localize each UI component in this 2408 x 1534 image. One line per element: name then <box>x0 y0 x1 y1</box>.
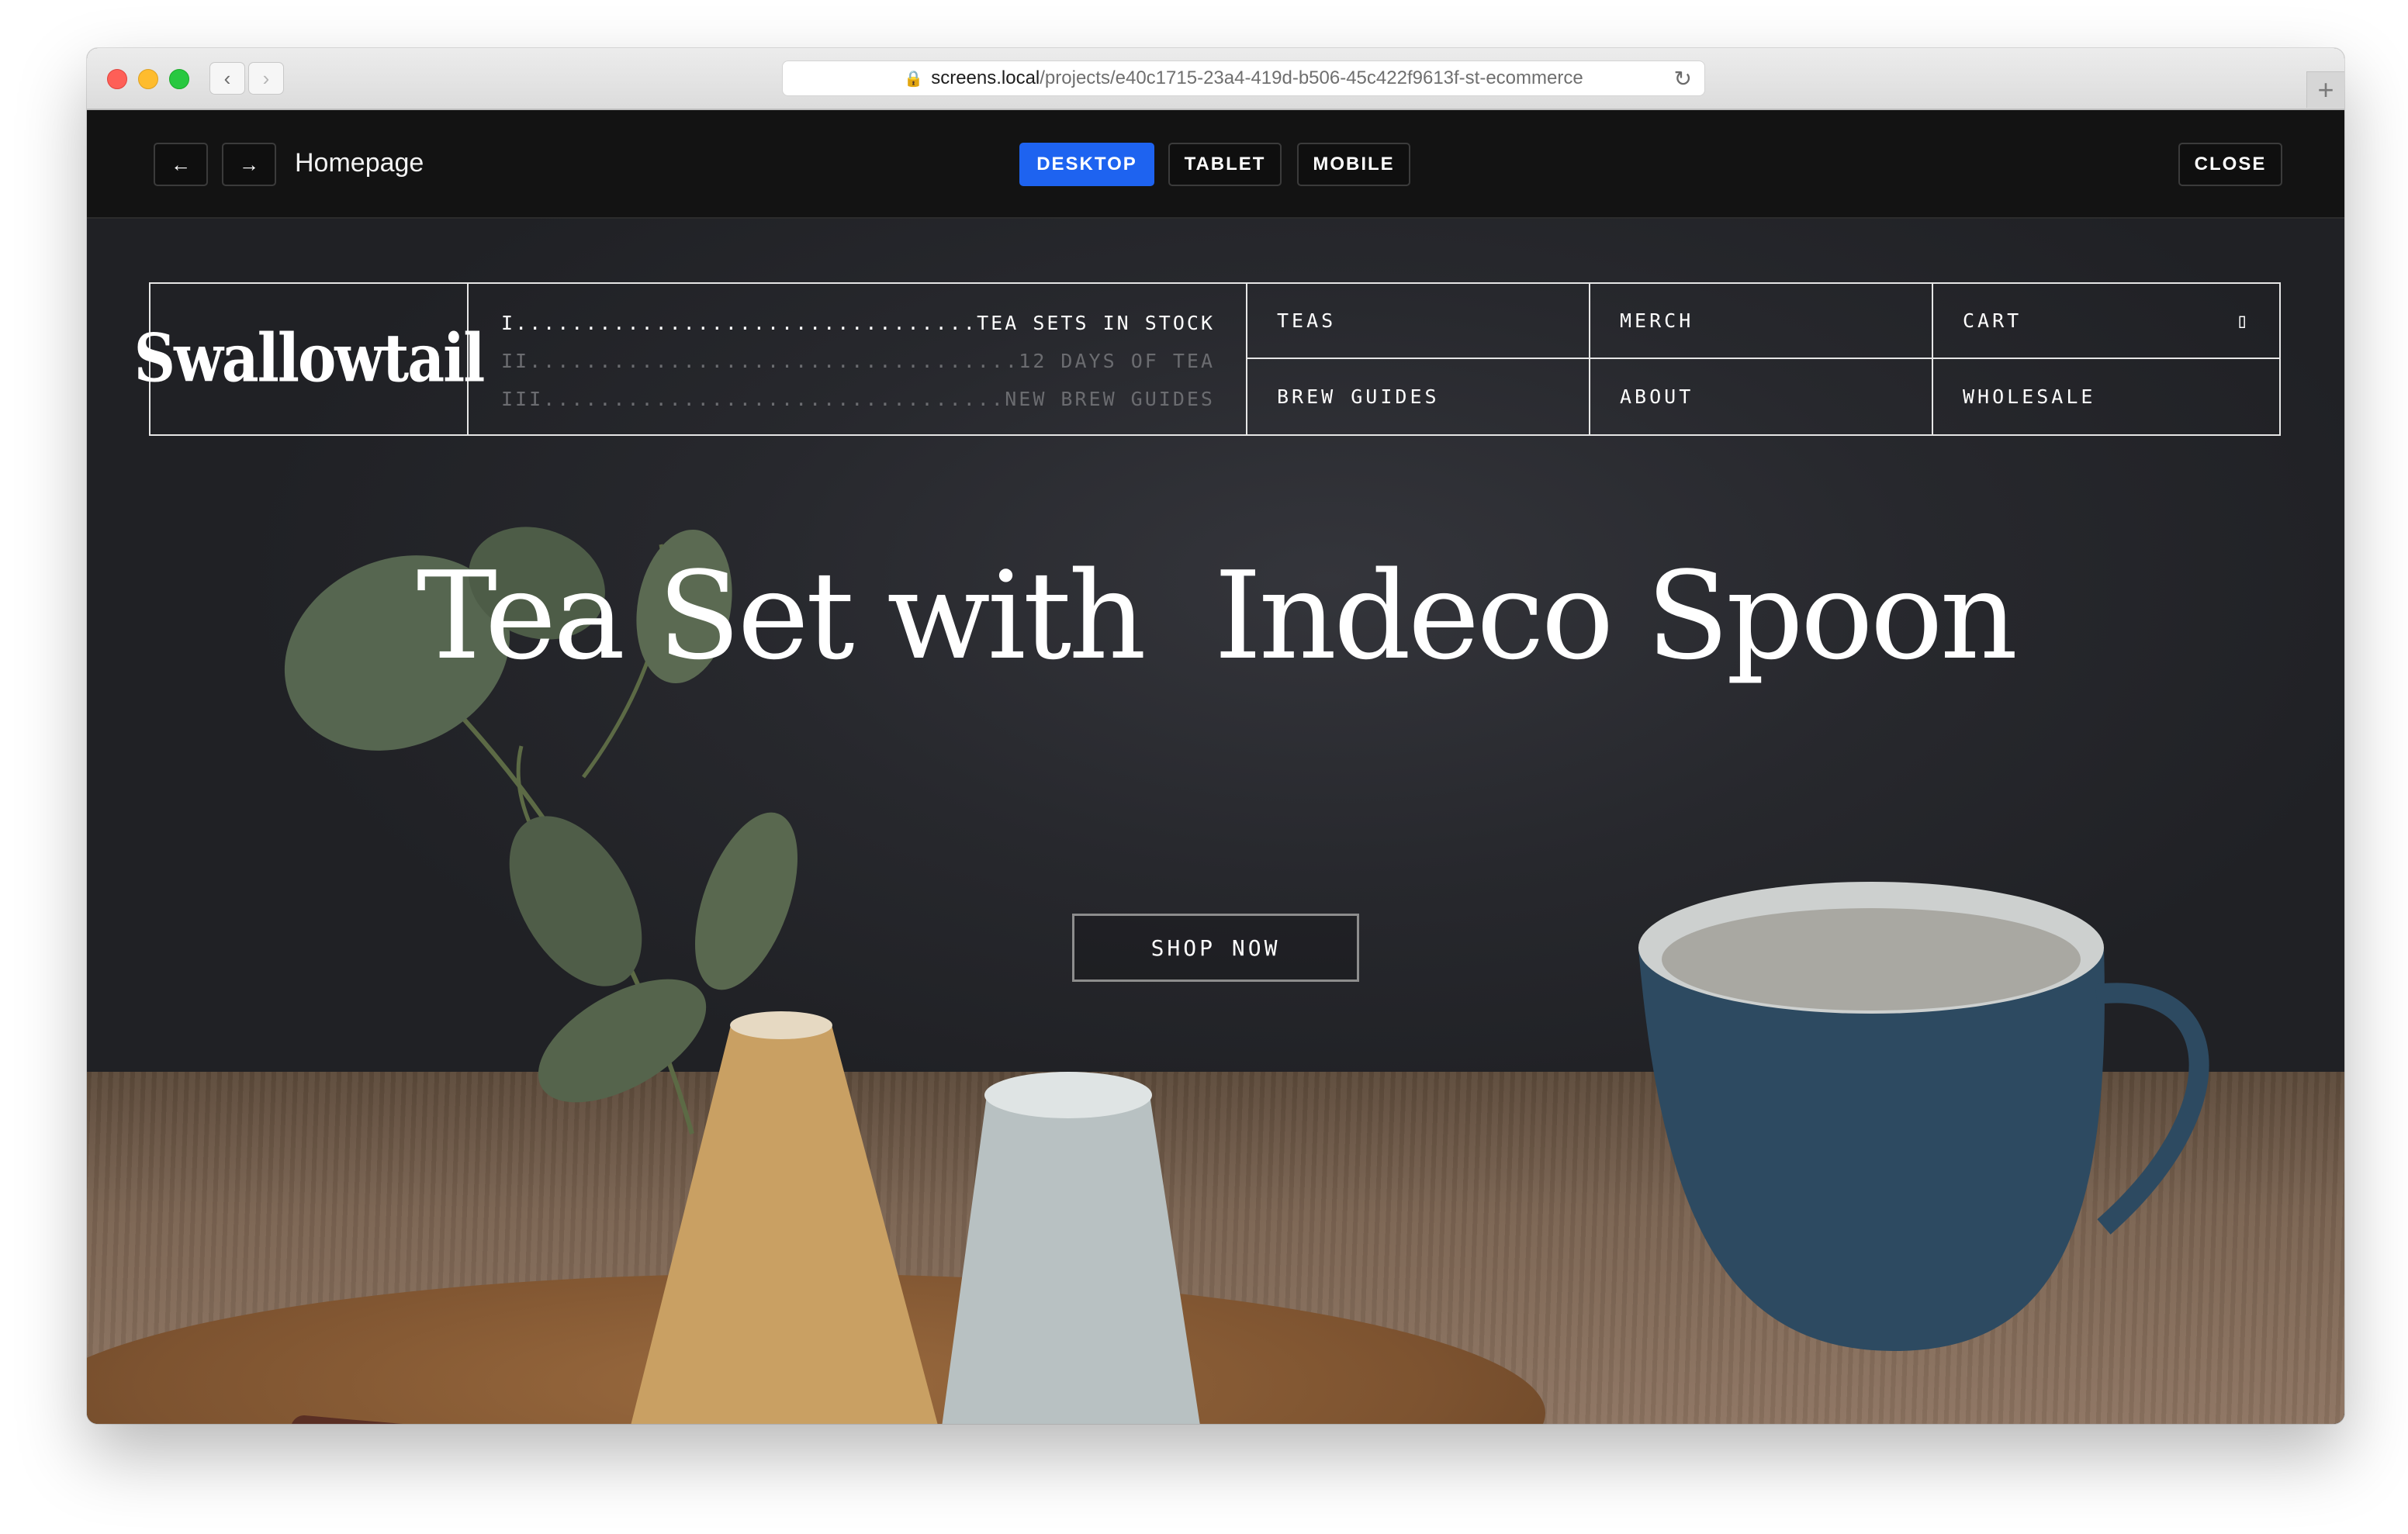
arrow-right-icon: → <box>239 152 259 176</box>
logo-wordmark: Swallowtail <box>133 320 486 398</box>
shopping-bag-icon: ▯ <box>2236 309 2251 333</box>
new-tab-button[interactable]: + <box>2306 71 2344 108</box>
browser-window: ‹ › 🔒 screens.local/projects/e40c1715-23… <box>87 48 2344 1424</box>
news-text: TEA SETS IN STOCK <box>977 312 1215 334</box>
preview-toolbar: ← → Homepage DESKTOP TABLET MOBILE CLOSE <box>87 110 2344 219</box>
menu-column: TEAS BREW GUIDES <box>1247 284 1590 434</box>
lock-icon: 🔒 <box>904 70 924 88</box>
chevron-right-icon: › <box>262 66 270 90</box>
device-tablet-button[interactable]: TABLET <box>1168 143 1282 186</box>
browser-forward-button[interactable]: › <box>248 62 284 95</box>
plus-icon: + <box>2317 74 2334 105</box>
url-path: /projects/e40c1715-23a4-419d-b506-45c422… <box>1040 67 1583 88</box>
arrow-left-icon: ← <box>171 152 191 176</box>
menu-column: MERCH ABOUT <box>1590 284 1933 434</box>
nav-about[interactable]: ABOUT <box>1590 359 1932 434</box>
device-mobile-button[interactable]: MOBILE <box>1297 143 1410 186</box>
browser-back-button[interactable]: ‹ <box>209 62 245 95</box>
news-item[interactable]: III NEW BREW GUIDES <box>501 380 1215 418</box>
previous-screen-button[interactable]: ← <box>154 143 208 186</box>
reload-icon[interactable]: ↻ <box>1674 66 1692 92</box>
nav-cart-label: CART <box>1963 309 2022 332</box>
nav-teas[interactable]: TEAS <box>1247 284 1589 359</box>
window-minimize-control[interactable] <box>138 69 158 89</box>
close-preview-button[interactable]: CLOSE <box>2178 143 2282 186</box>
device-desktop-button[interactable]: DESKTOP <box>1019 143 1154 186</box>
site-preview: Swallowtail I TEA SETS IN STOCK II 12 DAYS… <box>87 219 2344 1424</box>
chevron-left-icon: ‹ <box>223 66 231 90</box>
news-text: NEW BREW GUIDES <box>1005 388 1215 410</box>
logo[interactable]: Swallowtail <box>134 284 485 434</box>
news-ticker: I TEA SETS IN STOCK II 12 DAYS OF TEA III N… <box>469 284 1247 434</box>
news-number: I <box>501 312 516 334</box>
hero-title: Tea Set with Indeco Spoon <box>416 545 2018 686</box>
nav-merch[interactable]: MERCH <box>1590 284 1932 359</box>
nav-wholesale[interactable]: WHOLESALE <box>1933 359 2279 434</box>
menu-column: CART ▯ WHOLESALE <box>1933 284 2279 434</box>
screen-title: Homepage <box>295 148 424 178</box>
news-item[interactable]: I TEA SETS IN STOCK <box>501 304 1215 342</box>
window-close-control[interactable] <box>107 69 127 89</box>
shop-now-button[interactable]: SHOP NOW <box>1072 914 1359 982</box>
site-header: Swallowtail I TEA SETS IN STOCK II 12 DAYS… <box>134 282 2281 436</box>
news-number: II <box>501 350 530 372</box>
nav-brew-guides[interactable]: BREW GUIDES <box>1247 359 1589 434</box>
news-number: III <box>501 388 544 410</box>
window-zoom-control[interactable] <box>169 69 189 89</box>
next-screen-button[interactable]: → <box>222 143 276 186</box>
news-item[interactable]: II 12 DAYS OF TEA <box>501 342 1215 380</box>
url-host: screens.local <box>931 67 1040 88</box>
news-text: 12 DAYS OF TEA <box>1019 350 1215 372</box>
nav-cart[interactable]: CART ▯ <box>1933 284 2279 359</box>
address-bar[interactable]: 🔒 screens.local/projects/e40c1715-23a4-4… <box>782 60 1705 96</box>
browser-titlebar: ‹ › 🔒 screens.local/projects/e40c1715-23… <box>87 48 2344 110</box>
